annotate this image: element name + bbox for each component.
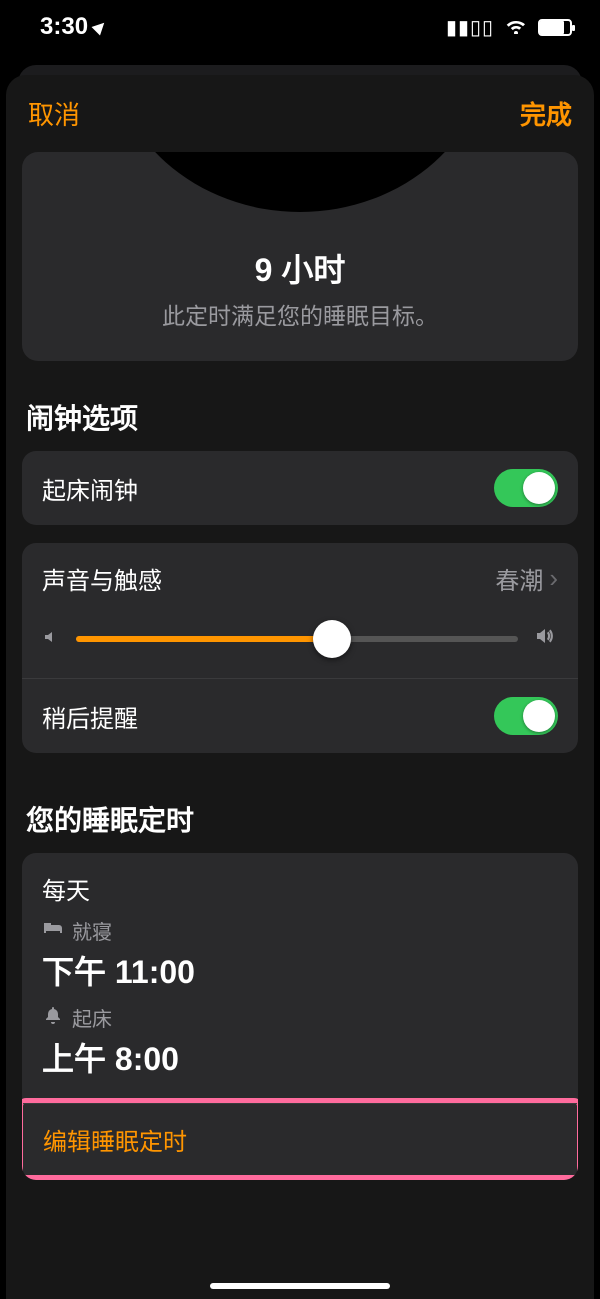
wake-alarm-label: 起床闹钟	[42, 471, 138, 506]
location-icon	[92, 19, 109, 36]
home-indicator[interactable]	[210, 1283, 390, 1289]
wake-alarm-toggle[interactable]	[494, 469, 558, 507]
status-time: 3:30	[40, 13, 88, 41]
goal-description: 此定时满足您的睡眠目标。	[22, 297, 578, 331]
snooze-label: 稍后提醒	[42, 699, 138, 734]
battery-icon	[538, 19, 572, 36]
modal-sheet: 取消 完成 9 小时 此定时满足您的睡眠目标。 闹钟选项 起床闹钟 声音与触感 …	[6, 75, 594, 1299]
done-button[interactable]: 完成	[520, 95, 572, 132]
alarm-options-title: 闹钟选项	[26, 397, 578, 437]
sound-value: 春潮	[495, 561, 543, 596]
signal-icon: ▮▮▯▯	[446, 15, 494, 40]
sound-card: 声音与触感 春潮 ›	[22, 543, 578, 753]
chevron-right-icon: ›	[549, 563, 558, 594]
wifi-icon	[504, 16, 528, 39]
sound-row[interactable]: 声音与触感 春潮 ›	[22, 543, 578, 678]
snooze-toggle[interactable]	[494, 697, 558, 735]
schedule-row[interactable]: 每天 就寝 下午 11:00 起床 上午 8:00	[22, 853, 578, 1098]
status-bar: 3:30 ▮▮▯▯	[0, 0, 600, 54]
bed-icon	[42, 919, 64, 942]
volume-slider[interactable]	[76, 636, 518, 642]
goal-card: 9 小时 此定时满足您的睡眠目标。	[22, 152, 578, 361]
volume-high-icon	[534, 626, 558, 652]
schedule-card: 每天 就寝 下午 11:00 起床 上午 8:00 编辑睡眠定时	[22, 853, 578, 1180]
schedule-title: 您的睡眠定时	[26, 799, 578, 839]
bell-icon	[42, 1006, 64, 1030]
snooze-row[interactable]: 稍后提醒	[22, 678, 578, 753]
volume-low-icon	[42, 626, 60, 652]
wake-time: 上午 8:00	[42, 1034, 558, 1080]
tutorial-highlight: 编辑睡眠定时	[22, 1098, 578, 1180]
bed-label: 就寝	[72, 916, 112, 945]
wake-label: 起床	[72, 1003, 112, 1032]
wake-alarm-row[interactable]: 起床闹钟	[22, 451, 578, 525]
goal-hours: 9 小时	[22, 245, 578, 291]
sound-label: 声音与触感	[42, 561, 162, 596]
edit-schedule-button[interactable]: 编辑睡眠定时	[23, 1103, 577, 1175]
wake-alarm-card: 起床闹钟	[22, 451, 578, 525]
slider-thumb[interactable]	[313, 620, 351, 658]
sleep-dial-arc[interactable]	[22, 152, 578, 227]
schedule-frequency: 每天	[42, 871, 558, 906]
bed-time: 下午 11:00	[42, 947, 558, 993]
nav-bar: 取消 完成	[6, 75, 594, 152]
cancel-button[interactable]: 取消	[28, 95, 80, 132]
